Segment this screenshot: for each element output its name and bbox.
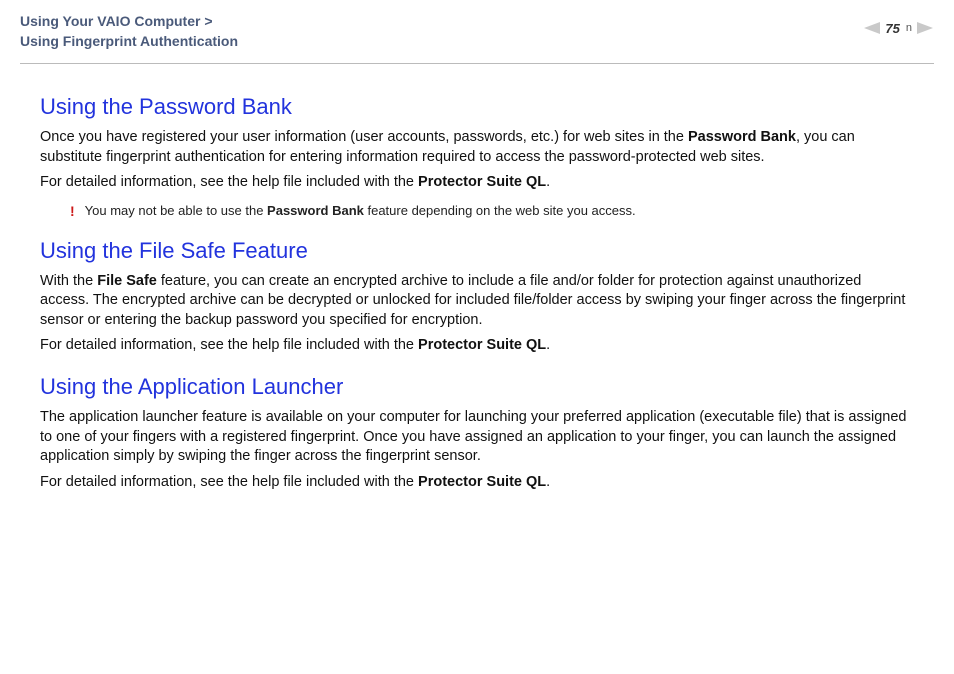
body-text: Once you have registered your user infor…: [40, 128, 914, 167]
body-text: With the File Safe feature, you can crea…: [40, 272, 914, 331]
breadcrumb: Using Your VAIO Computer > Using Fingerp…: [20, 12, 238, 51]
breadcrumb-line2: Using Fingerprint Authentication: [20, 33, 238, 49]
page-header: Using Your VAIO Computer > Using Fingerp…: [0, 0, 954, 59]
heading-file-safe: Using the File Safe Feature: [40, 238, 914, 264]
heading-app-launcher: Using the Application Launcher: [40, 374, 914, 400]
body-text: The application launcher feature is avai…: [40, 408, 914, 467]
warning-note: ! You may not be able to use the Passwor…: [40, 203, 914, 220]
body-text: For detailed information, see the help f…: [40, 173, 914, 193]
n-label: n: [906, 22, 912, 34]
next-page-button[interactable]: [916, 20, 934, 36]
page-content: Using the Password Bank Once you have re…: [0, 64, 954, 518]
warning-text: You may not be able to use the Password …: [85, 203, 636, 220]
page-nav: 75 n: [863, 12, 934, 36]
body-text: For detailed information, see the help f…: [40, 473, 914, 493]
warning-icon: !: [70, 203, 75, 220]
breadcrumb-line1: Using Your VAIO Computer >: [20, 13, 213, 29]
prev-page-button[interactable]: [863, 20, 881, 36]
page-number: 75: [885, 21, 899, 36]
heading-password-bank: Using the Password Bank: [40, 94, 914, 120]
body-text: For detailed information, see the help f…: [40, 336, 914, 356]
